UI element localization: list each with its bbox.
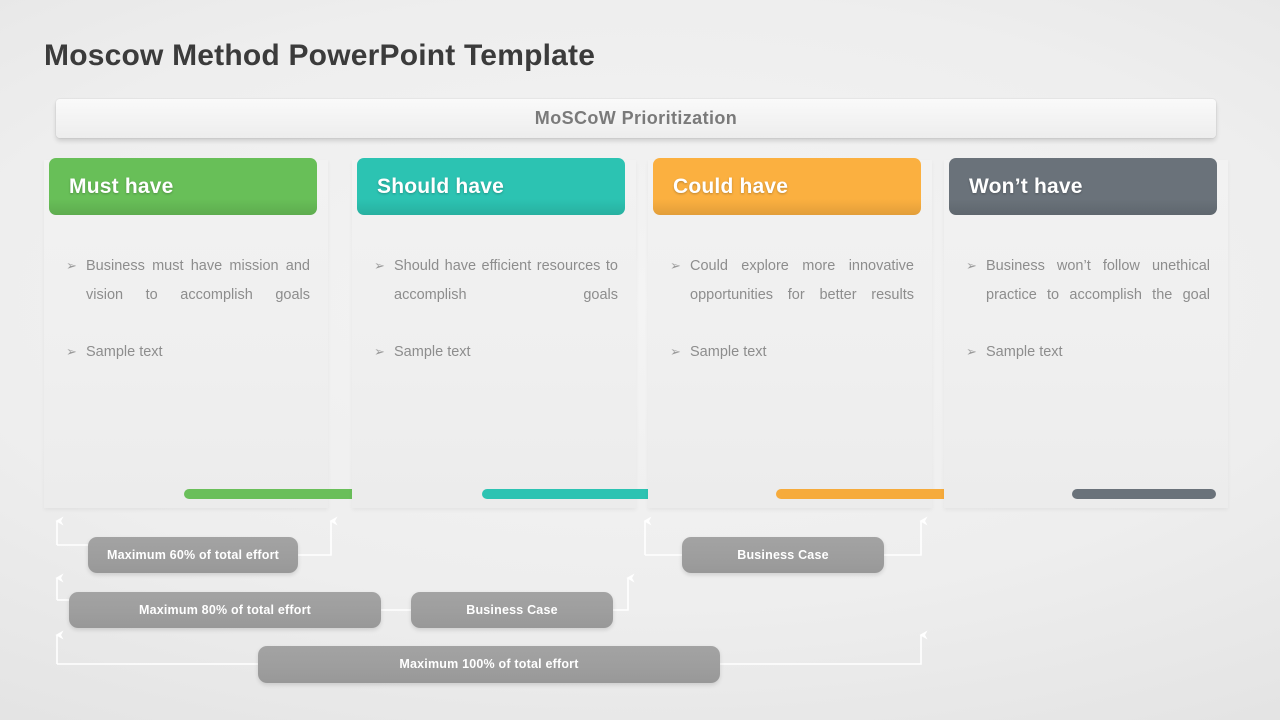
label-pill-max-80[interactable]: Maximum 80% of total effort (69, 592, 381, 628)
label-pill-business-case-2[interactable]: Business Case (682, 537, 884, 573)
bracket-arrow-right-3 (884, 516, 928, 556)
bracket-arrow-right-1 (298, 516, 338, 556)
label-pill-business-case-1[interactable]: Business Case (411, 592, 613, 628)
label-pill-max-60[interactable]: Maximum 60% of total effort (88, 537, 298, 573)
label-pill-max-100[interactable]: Maximum 100% of total effort (258, 646, 720, 683)
bracket-arrow-right-2 (613, 573, 635, 611)
slide-canvas: Moscow Method PowerPoint Template MoSCoW… (0, 0, 1280, 720)
bracket-arrow-right-4 (720, 630, 928, 665)
